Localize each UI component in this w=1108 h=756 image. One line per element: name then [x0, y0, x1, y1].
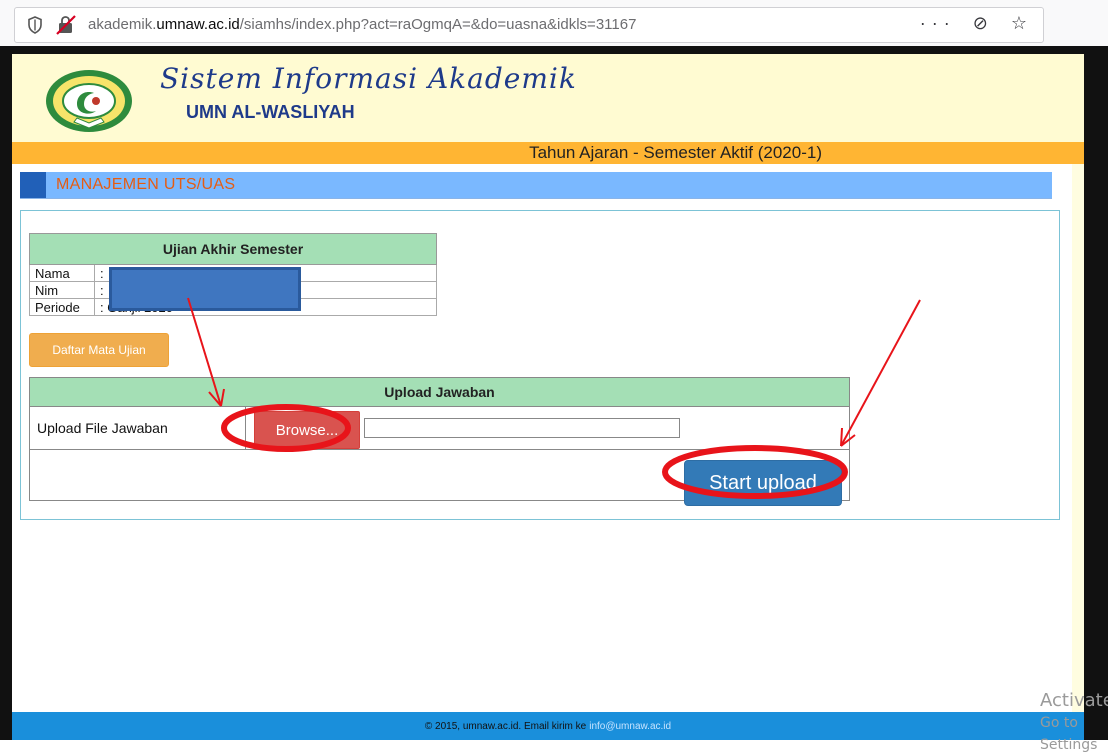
content-panel: Ujian Akhir Semester Nama : Nim : Period…: [20, 210, 1060, 520]
watermark-line1: Activate: [1040, 690, 1108, 711]
daftar-mata-ujian-button[interactable]: Daftar Mata Ujian: [29, 333, 169, 367]
nim-label: Nim: [29, 281, 95, 299]
url-path: /siamhs/index.php?act=raOgmqA=&do=uasna&…: [239, 16, 637, 33]
right-strip: [1072, 164, 1084, 712]
section-divider: [20, 198, 1052, 199]
browse-button[interactable]: Browse...: [254, 411, 360, 449]
footer-text: © 2015, umnaw.ac.id. Email kirim ke: [424, 720, 587, 732]
periode-label: Periode: [29, 298, 95, 316]
section-title-bar: MANAJEMEN UTS/UAS: [20, 172, 1052, 198]
main-content: MANAJEMEN UTS/UAS Ujian Akhir Semester N…: [12, 164, 1072, 712]
start-upload-button[interactable]: Start upload: [684, 460, 842, 506]
url-prefix: akademik.: [88, 16, 157, 33]
footer-email-link[interactable]: info@umnaw.ac.id: [589, 721, 671, 732]
semester-text: Tahun Ajaran - Semester Aktif (2020-1): [529, 143, 822, 162]
more-actions-icon[interactable]: ···: [920, 13, 956, 34]
upload-heading: Upload Jawaban: [30, 378, 849, 407]
site-title: Sistem Informasi Akademik: [160, 62, 577, 95]
windows-activation-watermark: Activate Go to Settings: [1040, 690, 1108, 756]
nama-label: Nama: [29, 264, 95, 282]
site-header: Sistem Informasi Akademik UMN AL-WASLIYA…: [12, 54, 1084, 142]
pocket-icon[interactable]: ⊘: [973, 13, 994, 34]
insecure-lock-icon[interactable]: [55, 15, 77, 35]
redaction-box: [109, 267, 301, 311]
section-title: MANAJEMEN UTS/UAS: [56, 176, 236, 193]
section-accent: [20, 172, 46, 198]
university-logo: [46, 70, 132, 132]
footer: © 2015, umnaw.ac.id. Email kirim ke info…: [12, 712, 1084, 740]
file-name-input[interactable]: [364, 418, 680, 438]
semester-bar: Tahun Ajaran - Semester Aktif (2020-1): [12, 142, 1084, 164]
url-actions: ··· ⊘ ☆: [914, 13, 1033, 34]
upload-file-label: Upload File Jawaban: [30, 407, 246, 449]
url-host: umnaw.ac.id: [156, 16, 240, 33]
watermark-line2: Go to Settings: [1040, 715, 1098, 753]
browser-toolbar: akademik.umnaw.ac.id/siamhs/index.php?ac…: [0, 0, 1108, 46]
shield-icon[interactable]: [25, 15, 45, 35]
site-subtitle: UMN AL-WASLIYAH: [186, 102, 355, 122]
url-text[interactable]: akademik.umnaw.ac.id/siamhs/index.php?ac…: [88, 16, 636, 33]
bookmark-star-icon[interactable]: ☆: [1011, 13, 1033, 34]
upload-table: Upload Jawaban Upload File Jawaban Brows…: [29, 377, 850, 506]
address-bar[interactable]: akademik.umnaw.ac.id/siamhs/index.php?ac…: [14, 7, 1044, 43]
upload-row: Upload File Jawaban Browse...: [30, 407, 849, 450]
exam-info-heading: Ujian Akhir Semester: [29, 233, 437, 265]
